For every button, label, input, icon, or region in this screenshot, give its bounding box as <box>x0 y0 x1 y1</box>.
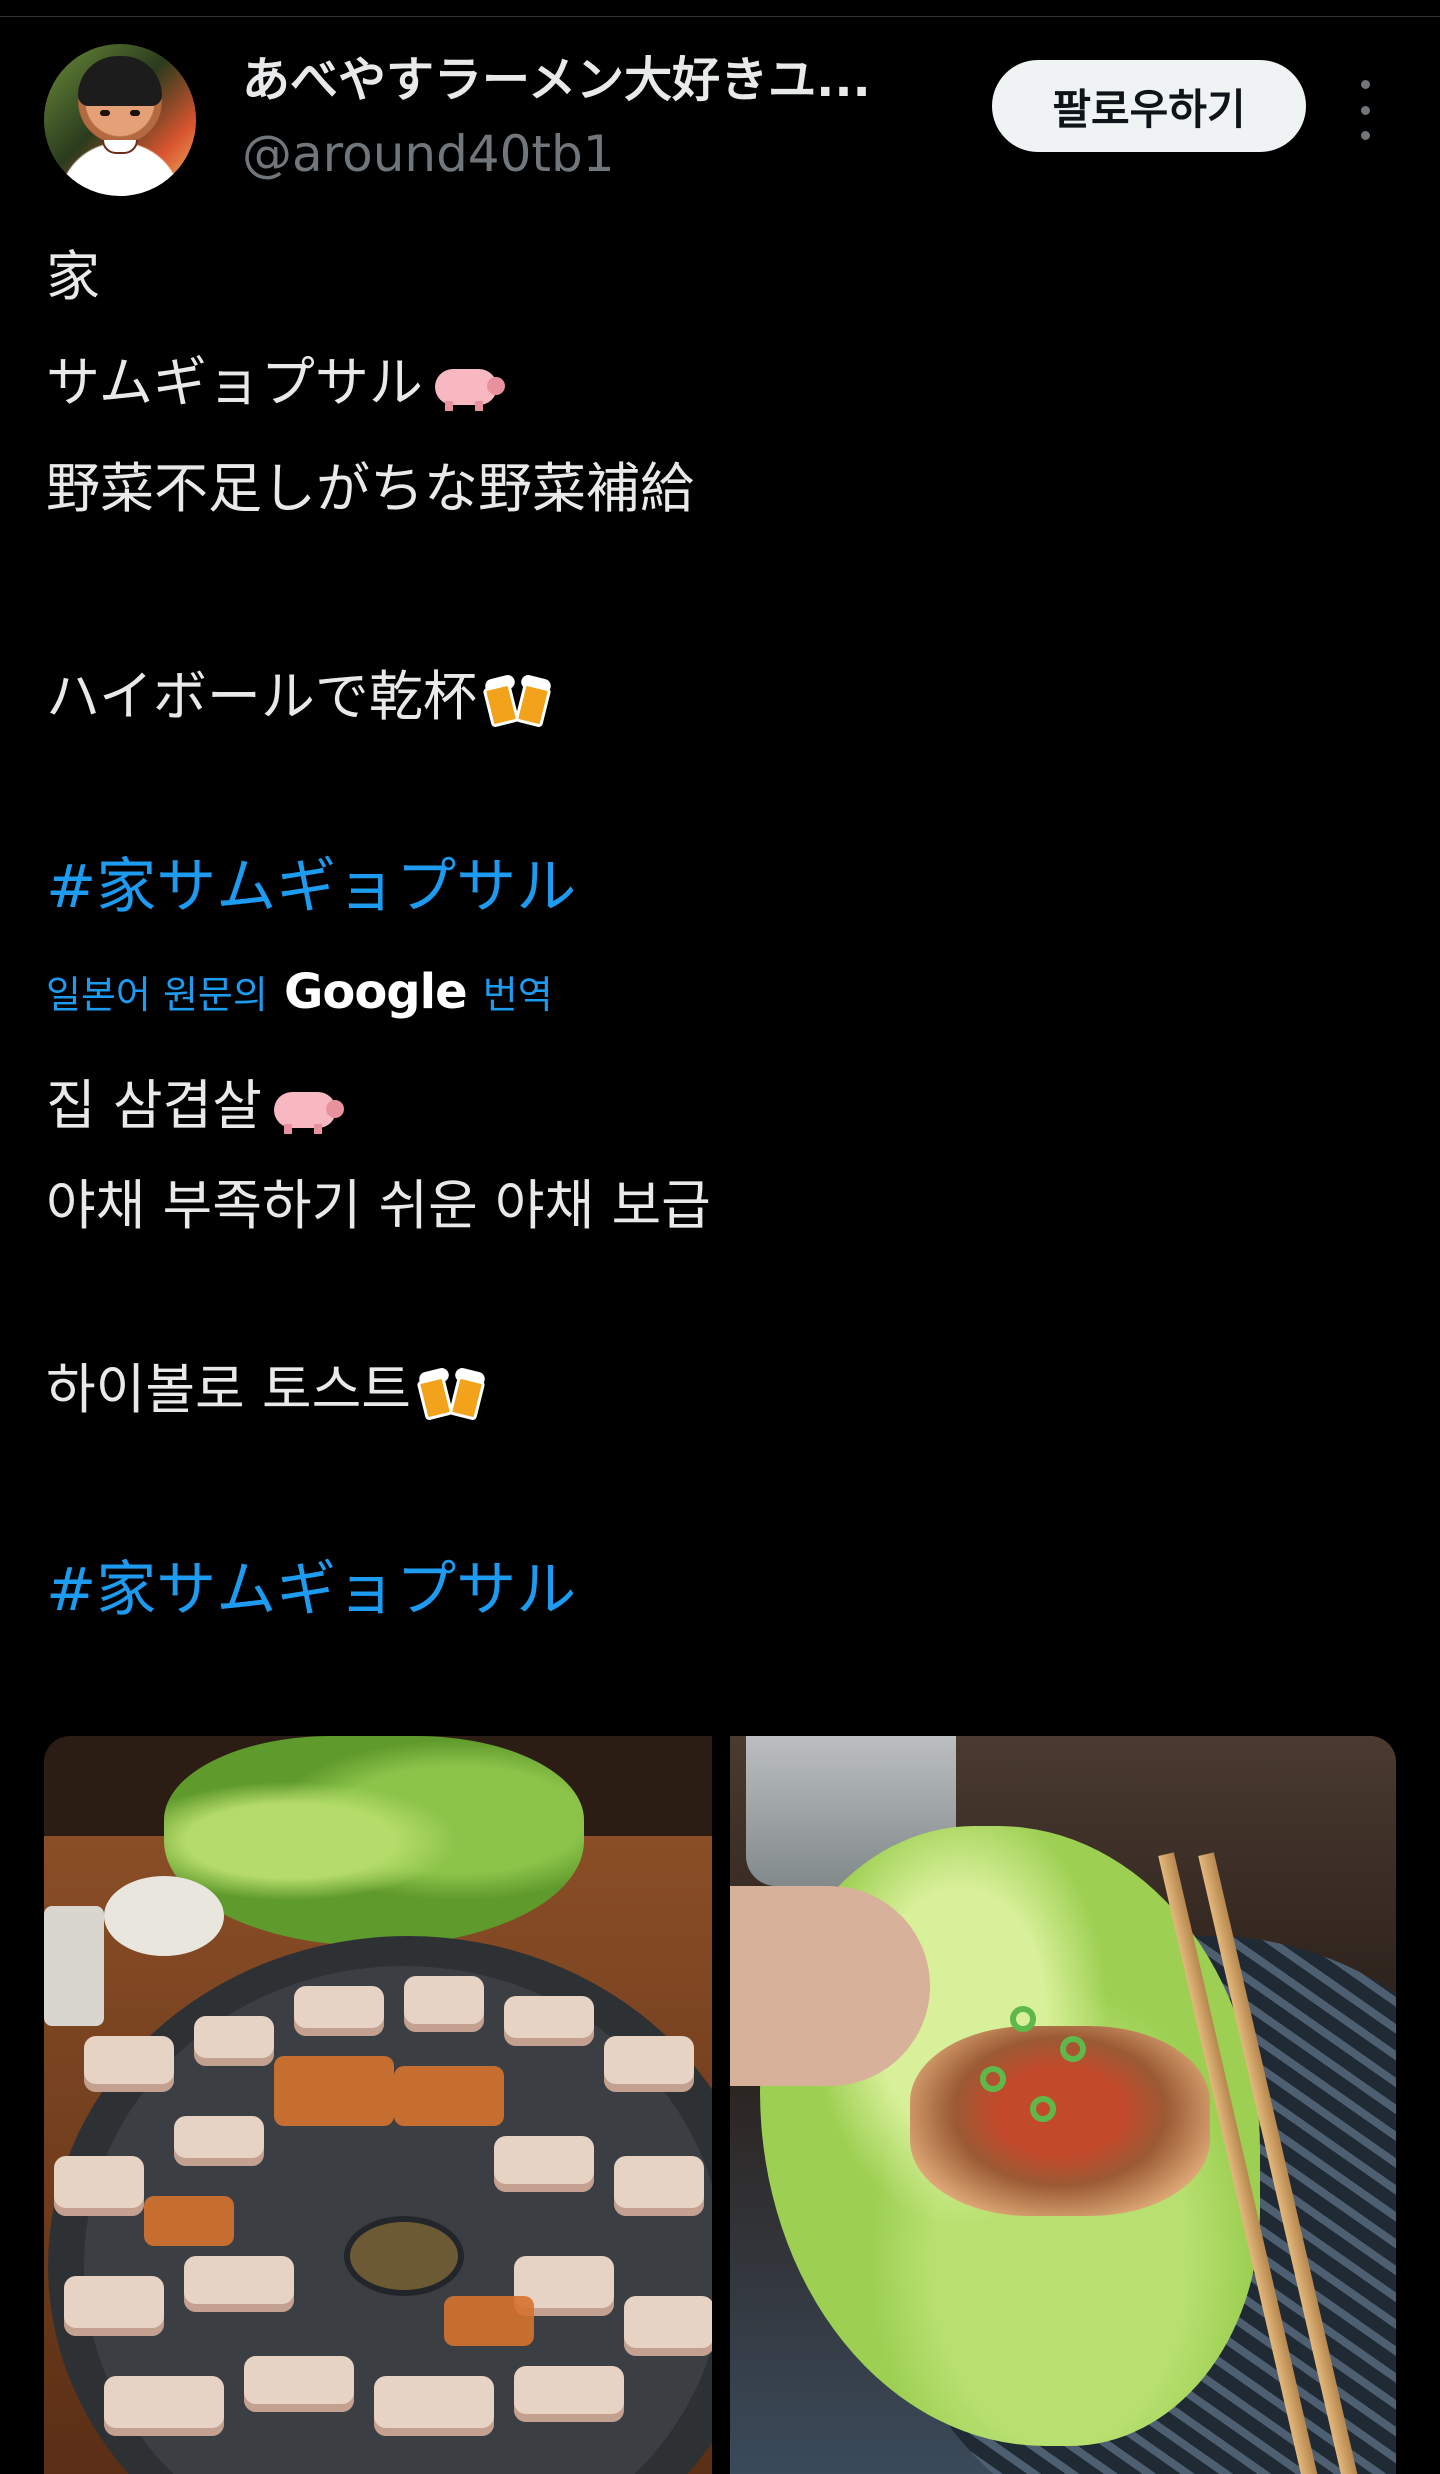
media-photo-grill[interactable] <box>44 1736 712 2474</box>
original-line-2-text: サムギョプサル <box>46 351 423 414</box>
translated-line-1: 집 삼겹살 <box>46 1056 1386 1156</box>
post-original-text: 家 サムギョプサル 野菜不足しがちな野菜補給 ハイボールで乾杯 #家サムギョプサ… <box>46 224 1386 940</box>
translation-link-prefix: 일본어 원문의 <box>46 973 268 1017</box>
original-hashtag[interactable]: #家サムギョプサル <box>46 834 1386 940</box>
pig-icon <box>268 1084 344 1135</box>
translated-line-2: 야채 부족하기 쉬운 야채 보급 <box>46 1174 711 1237</box>
translation-link-suffix: 번역 <box>482 973 553 1017</box>
pig-icon <box>429 361 505 412</box>
author-display-name[interactable]: あべやすラーメン大好きユ... <box>242 48 922 112</box>
follow-button[interactable]: 팔로우하기 <box>992 60 1306 152</box>
author-handle[interactable]: @around40tb1 <box>242 122 615 186</box>
beer-mugs-icon <box>481 665 557 735</box>
more-options-icon[interactable] <box>1350 80 1380 140</box>
original-line-4: ハイボールで乾杯 <box>46 644 1386 750</box>
original-line-4-text: ハイボールで乾杯 <box>46 665 477 728</box>
beer-mugs-icon <box>415 1358 491 1428</box>
post-header: あべやすラーメン大好きユ... @around40tb1 팔로우하기 <box>0 40 1440 200</box>
translated-line-1-text: 집 삼겹살 <box>46 1074 262 1137</box>
avatar[interactable] <box>44 44 196 196</box>
post-translated-text: 집 삼겹살 야채 부족하기 쉬운 야채 보급 하이볼로 토스트 #家サムギョプサ… <box>46 1056 1386 1640</box>
translation-link[interactable]: 일본어 원문의 Google 번역 <box>46 960 553 1027</box>
media-photo-lettuce-wrap[interactable] <box>730 1736 1396 2474</box>
top-divider <box>0 16 1440 17</box>
translated-line-3: 하이볼로 토스트 <box>46 1340 1386 1440</box>
translated-hashtag[interactable]: #家サムギョプサル <box>46 1540 1386 1640</box>
translated-line-3-text: 하이볼로 토스트 <box>46 1358 411 1421</box>
original-line-2: サムギョプサル <box>46 330 1386 436</box>
original-line-3: 野菜不足しがちな野菜補給 <box>46 457 694 520</box>
original-line-1: 家 <box>46 245 100 308</box>
media-grid <box>44 1736 1396 2474</box>
google-logo: Google <box>283 964 468 1020</box>
